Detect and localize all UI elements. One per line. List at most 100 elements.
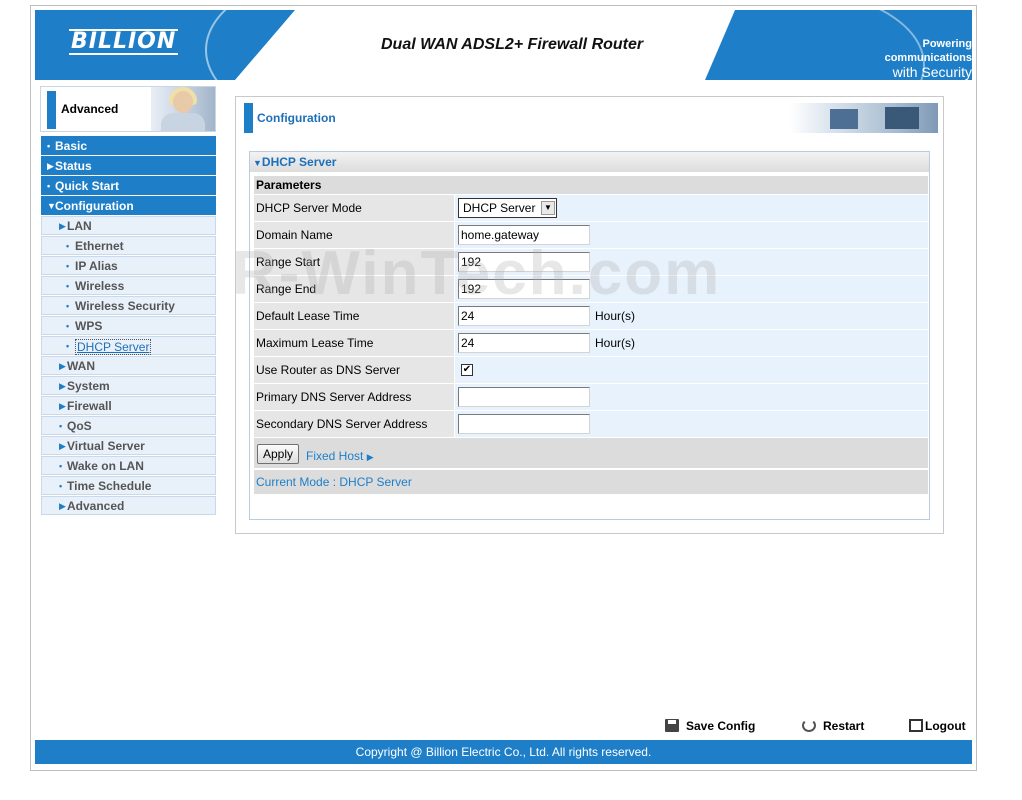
row-primary-dns: Primary DNS Server Address [254, 384, 928, 410]
tagline: Powering communications with Security [847, 37, 972, 79]
sidebar-item-label: Wake on LAN [67, 459, 144, 473]
row-dhcp-server-mode: DHCP Server Mode DHCP Server ▼ [254, 195, 928, 221]
triangle-right-icon: ▶ [59, 401, 66, 411]
bullet-icon: • [66, 241, 70, 251]
row-secondary-dns: Secondary DNS Server Address [254, 411, 928, 437]
logout-label: Logout [925, 719, 966, 733]
restart-button[interactable]: Restart [802, 719, 864, 733]
sidebar-item-ethernet[interactable]: • Ethernet [41, 236, 216, 255]
page-title: Configuration [257, 111, 336, 125]
default-lease-time-input[interactable]: 24 [458, 306, 590, 326]
sidebar-item-wireless[interactable]: • Wireless [41, 276, 216, 295]
field-label: Maximum Lease Time [254, 330, 454, 356]
parameters-table: Parameters DHCP Server Mode DHCP Server … [254, 176, 928, 494]
hours-unit: Hour(s) [595, 309, 636, 323]
bullet-icon: • [59, 461, 63, 471]
sidebar-item-label: IP Alias [75, 259, 118, 273]
triangle-right-icon: ▶ [59, 361, 66, 371]
bullet-icon: • [59, 421, 63, 431]
bullet-icon: • [66, 301, 70, 311]
primary-dns-input[interactable] [458, 387, 590, 407]
sidebar-item-status[interactable]: ▶ Status [41, 156, 216, 175]
save-config-button[interactable]: Save Config [665, 719, 755, 733]
sidebar-item-label: LAN [67, 219, 92, 233]
sidebar-item-label: Advanced [67, 499, 125, 513]
floppy-disk-icon [665, 719, 679, 732]
row-maximum-lease-time: Maximum Lease Time 24 Hour(s) [254, 330, 928, 356]
triangle-right-icon: ▶ [59, 381, 66, 391]
sidebar-item-label: WAN [67, 359, 95, 373]
sidebar-item-label: WPS [75, 319, 103, 333]
logout-button[interactable]: Logout [909, 719, 966, 733]
panel-header-image [790, 103, 938, 133]
fixed-host-label: Fixed Host [306, 449, 364, 463]
sidebar-item-ip-alias[interactable]: • IP Alias [41, 256, 216, 275]
sidebar-item-virtual-server[interactable]: ▶ Virtual Server [41, 436, 216, 455]
dhcp-server-mode-select[interactable]: DHCP Server ▼ [458, 198, 557, 218]
use-router-dns-checkbox[interactable]: ✔ [461, 364, 473, 376]
field-label: DHCP Server Mode [254, 195, 454, 221]
row-use-router-dns: Use Router as DNS Server ✔ [254, 357, 928, 383]
sidebar-item-lan[interactable]: ▶ LAN [41, 216, 216, 235]
sidebar-item-wan[interactable]: ▶ WAN [41, 356, 216, 375]
sidebar-item-label: Time Schedule [67, 479, 152, 493]
sidebar-header: Advanced [40, 86, 216, 132]
sidebar-item-time-schedule[interactable]: • Time Schedule [41, 476, 216, 495]
triangle-right-icon: ▶ [59, 221, 66, 231]
bullet-icon: • [47, 141, 51, 151]
product-title: Dual WAN ADSL2+ Firewall Router [381, 36, 644, 53]
sidebar-item-label: Basic [55, 139, 88, 153]
sidebar-item-dhcp-server[interactable]: • DHCP Server [41, 336, 216, 355]
sidebar-header-accent [47, 91, 56, 129]
fixed-host-link[interactable]: Fixed Host ▶ [306, 449, 374, 463]
hours-unit: Hour(s) [595, 336, 636, 350]
sidebar-item-label: DHCP Server [75, 339, 152, 355]
save-config-label: Save Config [686, 719, 756, 733]
billion-logo: BILLION [69, 29, 179, 55]
dhcp-server-section: ▼DHCP Server Parameters DHCP Server Mode… [249, 151, 930, 520]
logout-icon [909, 719, 923, 732]
copyright-bar: Copyright @ Billion Electric Co., Ltd. A… [35, 740, 972, 764]
sidebar-item-label: Firewall [67, 399, 112, 413]
field-label: Use Router as DNS Server [254, 357, 454, 383]
sidebar-item-system[interactable]: ▶ System [41, 376, 216, 395]
triangle-right-icon: ▶ [366, 452, 374, 462]
sidebar-item-quick-start[interactable]: • Quick Start [41, 176, 216, 195]
triangle-right-icon: ▶ [59, 441, 66, 451]
maximum-lease-time-input[interactable]: 24 [458, 333, 590, 353]
sidebar-item-advanced[interactable]: ▶ Advanced [41, 496, 216, 515]
sidebar-item-label: Ethernet [75, 239, 124, 253]
sidebar-item-label: Wireless Security [75, 299, 175, 313]
current-mode-status: Current Mode : DHCP Server [254, 470, 928, 494]
parameters-header: Parameters [254, 176, 928, 194]
apply-button[interactable]: Apply [257, 444, 299, 464]
sidebar-item-label: Quick Start [55, 179, 120, 193]
bullet-icon: • [59, 481, 63, 491]
bullet-icon: • [66, 261, 70, 271]
sidebar-item-configuration[interactable]: ▼ Configuration [41, 196, 216, 215]
sidebar-item-wake-on-lan[interactable]: • Wake on LAN [41, 456, 216, 475]
sidebar-item-label: QoS [67, 419, 92, 433]
field-label: Primary DNS Server Address [254, 384, 454, 410]
secondary-dns-input[interactable] [458, 414, 590, 434]
dropdown-arrow-icon[interactable]: ▼ [541, 201, 555, 215]
sidebar-item-basic[interactable]: • Basic [41, 136, 216, 155]
sidebar-item-label: Configuration [55, 199, 134, 213]
sidebar-header-photo [151, 87, 215, 131]
restart-icon [802, 719, 816, 732]
header-banner: BILLION Dual WAN ADSL2+ Firewall Router … [35, 10, 972, 80]
triangle-right-icon: ▶ [59, 501, 66, 511]
sidebar-nav: • Basic ▶ Status • Quick Start ▼ Configuration ▶… [41, 136, 216, 516]
sidebar-item-firewall[interactable]: ▶ Firewall [41, 396, 216, 415]
sidebar-item-wireless-security[interactable]: • Wireless Security [41, 296, 216, 315]
sidebar-header-title: Advanced [61, 102, 119, 116]
tagline-line-1: Powering communications [884, 38, 972, 64]
sidebar-item-label: Virtual Server [67, 439, 145, 453]
sidebar-item-wps[interactable]: • WPS [41, 316, 216, 335]
content-panel: Configuration ▼DHCP Server Parameters DH… [235, 96, 944, 534]
section-header[interactable]: ▼DHCP Server [250, 152, 929, 172]
tagline-line-2: with Security [892, 64, 972, 80]
bullet-icon: • [66, 321, 70, 331]
bullet-icon: • [66, 341, 70, 351]
sidebar-item-qos[interactable]: • QoS [41, 416, 216, 435]
